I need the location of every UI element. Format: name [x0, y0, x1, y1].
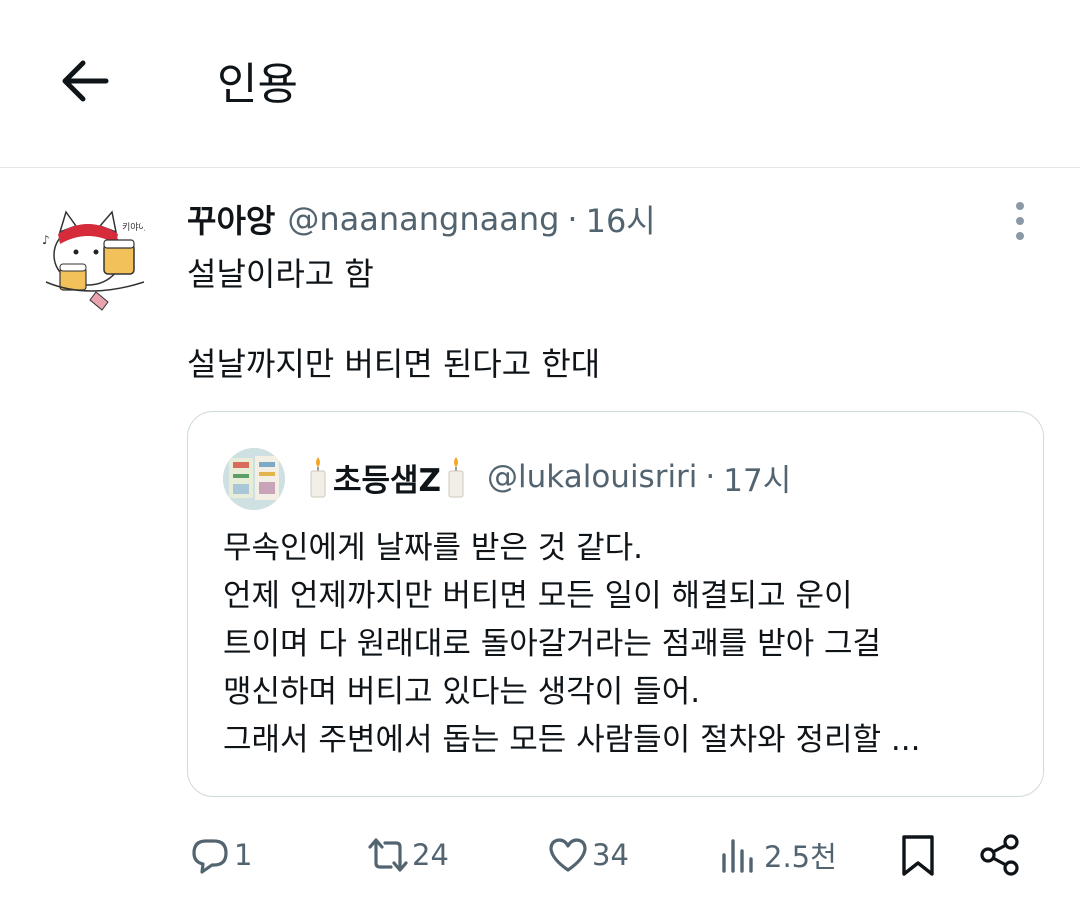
author-avatar[interactable]: 키야아 ♪: [36, 200, 152, 316]
candle-icon: [448, 457, 464, 498]
candle-icon: [310, 457, 326, 498]
retweet-count: 24: [412, 838, 449, 872]
quoted-tweet-body: 무속인에게 날짜를 받은 것 같다. 언제 언제까지만 버티면 모든 일이 해결…: [223, 524, 1023, 764]
quoted-tweet-card[interactable]: 초등샘Z @lukalouisriri · 17시 무속인에게 날짜를 받은 것…: [187, 411, 1044, 797]
quoted-tweet-timestamp: 17시: [723, 462, 792, 499]
quoted-author-name-group: 초등샘Z: [303, 455, 471, 500]
tweet-timestamp[interactable]: 16시: [586, 196, 656, 242]
avatar-illustration: 키야아 ♪: [36, 200, 152, 316]
tweet-header: 꾸아앙 @naanangnaang · 16시: [187, 196, 656, 242]
bookmark-button[interactable]: [896, 830, 940, 880]
quoted-text-line: 그래서 주변에서 돕는 모든 사람들이 절차와 정리할 ...: [223, 722, 921, 758]
arrow-left-icon: [62, 60, 109, 102]
page-title: 인용: [217, 59, 298, 110]
separator-dot: ·: [705, 459, 716, 495]
back-button[interactable]: [56, 52, 114, 110]
share-button[interactable]: [978, 830, 1022, 880]
svg-text:키야아: 키야아: [122, 222, 148, 233]
reply-icon: [192, 839, 228, 874]
retweet-button[interactable]: 24: [366, 830, 449, 880]
views-button[interactable]: 2.5천: [718, 830, 837, 880]
reply-count: 1: [234, 838, 253, 872]
heart-icon: [549, 838, 587, 872]
more-vertical-icon: [1016, 202, 1024, 240]
quoted-author-avatar: [223, 448, 285, 510]
tweet-text-line: 설날까지만 버티면 된다고 한대: [187, 345, 601, 383]
quoted-text-line: 맹신하며 버티고 있다는 생각이 들어.: [223, 674, 701, 710]
top-bar: 인용: [0, 0, 1080, 168]
like-button[interactable]: 34: [546, 830, 629, 880]
svg-text:♪: ♪: [42, 233, 50, 247]
tweet-text-line: 설날이라고 함: [187, 255, 374, 293]
share-icon: [980, 834, 1019, 876]
quoted-text-line: 언제 언제까지만 버티면 모든 일이 해결되고 운이: [223, 578, 853, 614]
quoted-text-line: 트이며 다 원래대로 돌아갈거라는 점괘를 받아 그걸: [223, 626, 882, 662]
quoted-author-handle: @lukalouisriri: [487, 459, 698, 495]
quoted-tweet-header: 초등샘Z @lukalouisriri · 17시: [303, 454, 791, 500]
more-options-button[interactable]: [1004, 200, 1036, 242]
author-display-name[interactable]: 꾸아앙: [187, 196, 275, 242]
retweet-icon: [368, 838, 408, 872]
like-count: 34: [592, 838, 629, 872]
separator-dot: ·: [567, 200, 578, 238]
quoted-avatar-image: [223, 448, 285, 510]
quoted-text-line: 무속인에게 날짜를 받은 것 같다.: [223, 530, 644, 566]
quoted-author-display-name: 초등샘Z: [333, 462, 442, 499]
bar-chart-icon: [722, 839, 753, 873]
author-handle[interactable]: @naanangnaang: [287, 200, 559, 238]
reply-button[interactable]: 1: [188, 830, 252, 880]
tweet-action-bar: 1 24 34 2.5천: [0, 820, 1080, 890]
bookmark-icon: [902, 835, 934, 876]
view-count: 2.5천: [764, 840, 837, 874]
tweet-body: 설날이라고 함 설날까지만 버티면 된다고 한대: [187, 252, 1047, 387]
